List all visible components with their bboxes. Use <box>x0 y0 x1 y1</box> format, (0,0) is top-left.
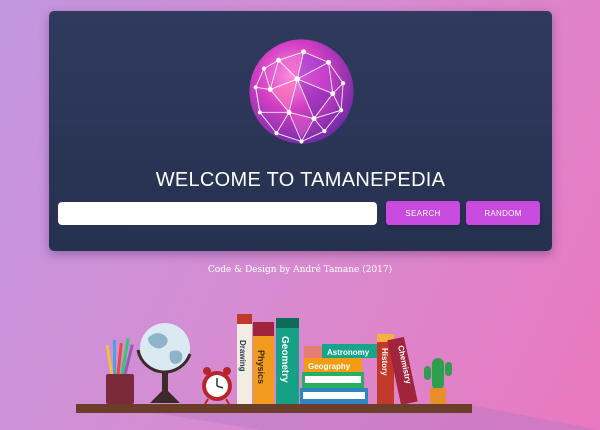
book-label: Geography <box>308 362 351 371</box>
book-label: History <box>380 348 389 376</box>
book-label: Geometry <box>279 336 290 383</box>
search-input[interactable] <box>58 202 377 225</box>
bookshelf-illustration: Drawing Physics Geometry Geography Astro… <box>76 314 600 430</box>
book-label: Drawing <box>238 340 247 372</box>
book-geometry: Geometry <box>276 318 299 404</box>
book-label: Astronomy <box>327 348 370 357</box>
book-label: Physics <box>256 350 266 384</box>
random-button[interactable]: RANDOM <box>466 201 540 225</box>
credit-text: Code & Design by André Tamane (2017) <box>207 265 393 275</box>
globe-icon <box>136 323 192 403</box>
alarm-clock-icon <box>202 367 232 405</box>
page-title: WELCOME TO TAMANEPEDIA <box>155 169 446 191</box>
search-card: WELCOME TO TAMANEPEDIA SEARCH RANDOM <box>49 11 552 251</box>
book-stack: Geography Astronomy <box>300 344 378 404</box>
cactus-icon <box>424 358 452 404</box>
shelf-board <box>76 404 472 413</box>
pencil-cup-icon <box>105 338 134 404</box>
book-drawing: Drawing <box>237 314 252 404</box>
network-sphere-icon <box>249 39 354 144</box>
book-physics: Physics <box>253 322 274 404</box>
search-button[interactable]: SEARCH <box>386 201 460 225</box>
